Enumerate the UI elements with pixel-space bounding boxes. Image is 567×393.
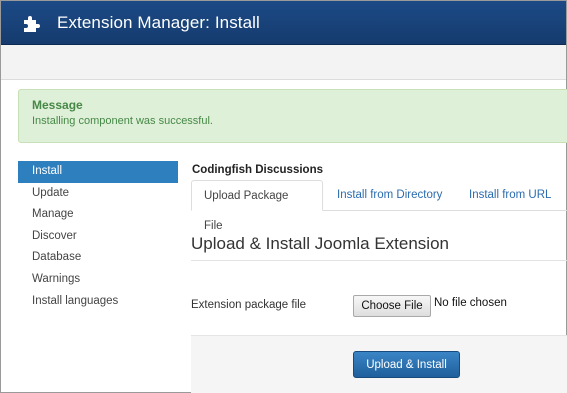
sidebar-item-warnings[interactable]: Warnings bbox=[18, 269, 178, 291]
choose-file-button[interactable]: Choose File bbox=[353, 295, 431, 317]
form-actions: Upload & Install bbox=[191, 335, 567, 393]
tab-upload-package-file[interactable]: Upload Package File bbox=[191, 180, 323, 232]
sidebar-item-database[interactable]: Database bbox=[18, 247, 178, 269]
sidebar-item-update[interactable]: Update bbox=[18, 183, 178, 205]
tab-install-from-url[interactable]: Install from URL bbox=[457, 180, 563, 211]
message-text: Installing component was successful. bbox=[32, 115, 213, 127]
sidebar-item-install-languages[interactable]: Install languages bbox=[18, 291, 178, 313]
sidebar-item-discover[interactable]: Discover bbox=[18, 226, 178, 248]
tab-install-from-directory[interactable]: Install from Directory bbox=[325, 180, 454, 211]
install-tabs: Upload Package File Install from Directo… bbox=[191, 180, 567, 232]
divider bbox=[191, 260, 567, 261]
upload-install-button[interactable]: Upload & Install bbox=[353, 351, 460, 378]
toolbar bbox=[1, 45, 566, 80]
component-name: Codingfish Discussions bbox=[192, 164, 323, 176]
puzzle-icon bbox=[24, 16, 40, 32]
section-heading: Upload & Install Joomla Extension bbox=[191, 234, 449, 253]
page-header: Extension Manager: Install bbox=[1, 1, 566, 45]
package-file-label: Extension package file bbox=[191, 299, 307, 311]
sidebar-item-install[interactable]: Install bbox=[18, 161, 178, 183]
message-title: Message bbox=[32, 98, 83, 112]
success-message: Message Installing component was success… bbox=[18, 89, 567, 143]
sidebar: Install Update Manage Discover Database … bbox=[18, 161, 178, 312]
sidebar-item-manage[interactable]: Manage bbox=[18, 204, 178, 226]
no-file-status: No file chosen bbox=[434, 297, 507, 309]
page-title: Extension Manager: Install bbox=[57, 13, 260, 32]
